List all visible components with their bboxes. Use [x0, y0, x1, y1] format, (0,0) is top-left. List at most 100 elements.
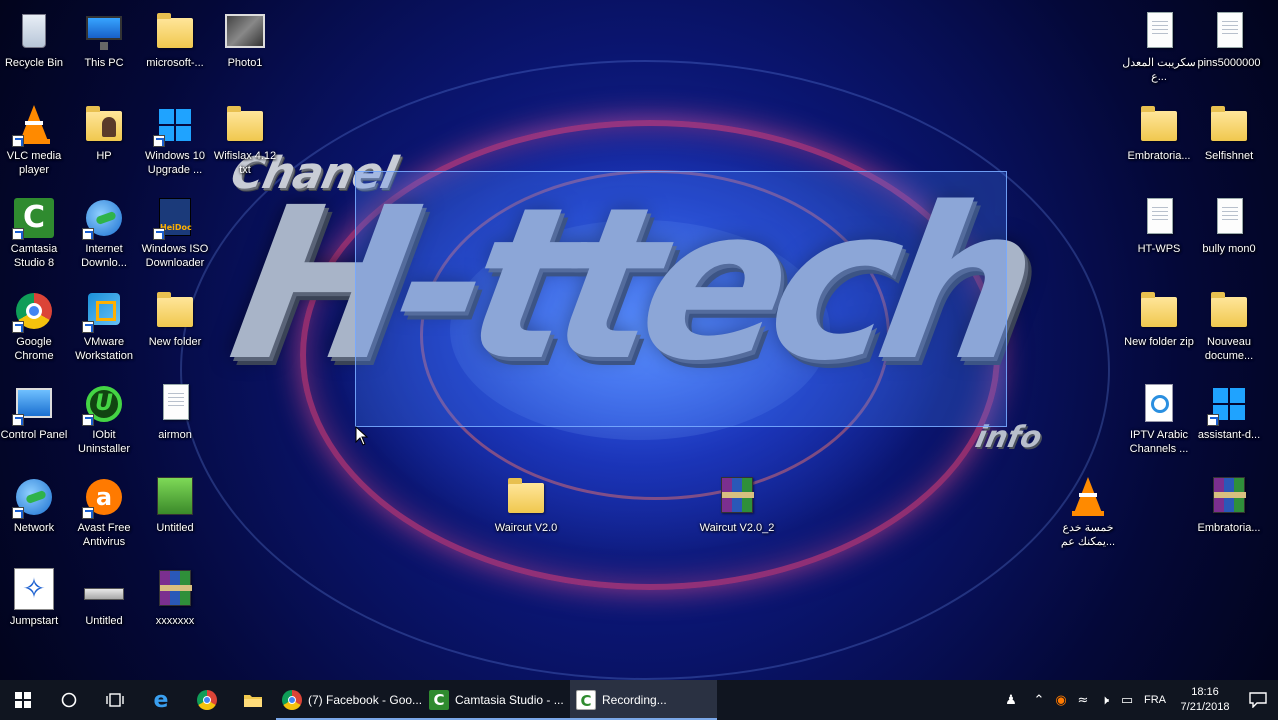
desktop-icon-waircut-rar[interactable]: Waircut V2.0_2 — [699, 471, 775, 561]
language-indicator[interactable]: FRA — [1138, 694, 1172, 706]
action-center-button[interactable] — [1238, 680, 1278, 720]
desktop-icon-vlc[interactable]: VLC media player — [0, 99, 72, 189]
desktop-icon-assistant[interactable]: assistant-d... — [1191, 378, 1267, 468]
volume-icon[interactable]: 🕨 — [1094, 680, 1116, 720]
avast-tray-icon[interactable]: ◉ — [1050, 680, 1072, 720]
clock[interactable]: 18:16 7/21/2018 — [1172, 685, 1238, 715]
desktop-icon-untitled-drive[interactable]: Untitled — [66, 564, 142, 654]
taskbar-app-camtasia-studio[interactable]: C Camtasia Studio - ... — [423, 680, 570, 720]
desktop-icon-network[interactable]: Network — [0, 471, 72, 561]
notification-icon — [1249, 692, 1267, 708]
desktop-icon-label: Internet Downlo... — [81, 243, 127, 269]
desktop-icon-google-chrome[interactable]: Google Chrome — [0, 285, 72, 375]
desktop-icon-label: IObit Uninstaller — [78, 429, 130, 455]
desktop-icon-bully-mon0[interactable]: bully mon0 — [1191, 192, 1267, 282]
desktop: Chanel H-ttech info Recycle Bin VLC medi… — [0, 0, 1278, 680]
search-circle-icon — [61, 692, 77, 708]
chevron-up-icon[interactable]: ⌃ — [1028, 680, 1050, 720]
search-button[interactable] — [46, 680, 92, 720]
text-file-icon — [1207, 10, 1251, 54]
desktop-icon-label: microsoft-... — [146, 57, 204, 69]
desktop-icon-label: Selfishnet — [1204, 150, 1254, 162]
desktop-icon-internet-download-manager[interactable]: Internet Downlo... — [66, 192, 142, 282]
desktop-icon-label: Waircut V2.0_2 — [699, 522, 775, 534]
desktop-icon-nouveau-document[interactable]: Nouveau docume... — [1191, 285, 1267, 375]
desktop-icon-hp[interactable]: HP — [66, 99, 142, 189]
desktop-icon-label: HP — [96, 150, 112, 162]
taskbar-app-recording[interactable]: C Recording... — [570, 680, 717, 720]
desktop-icon-label: xxxxxxx — [155, 615, 195, 627]
vmware-icon — [82, 289, 126, 333]
edge-button[interactable]: e — [138, 680, 184, 720]
desktop-icon-iptv[interactable]: IPTV Arabic Channels ... — [1121, 378, 1197, 468]
desktop-icon-selfishnet[interactable]: Selfishnet — [1191, 99, 1267, 189]
desktop-icon-photo1[interactable]: Photo1 — [207, 6, 283, 96]
desktop-icon-label: Wifislax 4.12 txt — [213, 150, 277, 176]
desktop-icon-recycle-bin[interactable]: Recycle Bin — [0, 6, 72, 96]
drag-selection-rectangle — [355, 171, 1007, 427]
mouse-cursor-icon — [355, 426, 369, 446]
task-view-icon — [106, 693, 124, 707]
text-file-icon — [1137, 196, 1181, 240]
desktop-icon-ht-wps[interactable]: HT-WPS — [1121, 192, 1197, 282]
windows-icon — [153, 103, 197, 147]
file-explorer-button[interactable] — [230, 680, 276, 720]
desktop-icon-windows-10-upgrade[interactable]: Windows 10 Upgrade ... — [137, 99, 213, 189]
desktop-icon-label: This PC — [84, 57, 124, 69]
folder-icon — [1207, 289, 1251, 333]
desktop-icon-label: Jumpstart — [9, 615, 59, 627]
text-file-icon — [1137, 10, 1181, 54]
vlc-icon — [12, 103, 56, 147]
desktop-icon-avast[interactable]: a Avast Free Antivirus — [66, 471, 142, 561]
folder-icon — [1137, 103, 1181, 147]
folder-icon — [244, 695, 262, 707]
folder-icon — [1207, 103, 1251, 147]
chrome-taskbar-button[interactable] — [184, 680, 230, 720]
start-button[interactable] — [0, 680, 46, 720]
photo-icon — [223, 10, 267, 54]
desktop-icon-new-folder[interactable]: New folder — [137, 285, 213, 375]
desktop-icon-arabic-script[interactable]: سكريبت المعدل ع... — [1121, 6, 1197, 96]
recycle-bin-icon — [12, 10, 56, 54]
rar-icon — [153, 568, 197, 612]
desktop-icon-arabic-video[interactable]: خمسة خدع يمكنك عم... — [1050, 471, 1126, 561]
desktop-icon-label: airmon — [158, 429, 192, 441]
desktop-icon-embratoria-rar[interactable]: Embratoria... — [1191, 471, 1267, 561]
desktop-icon-this-pc[interactable]: This PC — [66, 6, 142, 96]
battery-icon[interactable]: ▭ — [1116, 680, 1138, 720]
desktop-icon-vmware[interactable]: VMware Workstation — [66, 285, 142, 375]
desktop-icon-label: New folder — [148, 336, 202, 348]
desktop-icon-new-folder-zip[interactable]: New folder zip — [1121, 285, 1197, 375]
taskbar-app-facebook-chrome[interactable]: (7) Facebook - Goo... — [276, 680, 423, 720]
desktop-icon-xxxxxxx[interactable]: xxxxxxx — [137, 564, 213, 654]
rar-icon — [1207, 475, 1251, 519]
text-file-icon — [153, 382, 197, 426]
desktop-icon-untitled-image[interactable]: Untitled — [137, 471, 213, 561]
desktop-icon-pins[interactable]: pins5000000 — [1191, 6, 1267, 96]
desktop-icon-label: Network — [13, 522, 55, 534]
chrome-icon — [282, 690, 302, 710]
people-icon[interactable]: ♟ — [994, 680, 1028, 720]
desktop-icon-waircut-folder[interactable]: Waircut V2.0 — [488, 471, 564, 561]
desktop-icon-label: سكريبت المعدل ع... — [1122, 57, 1196, 83]
desktop-icon-jumpstart[interactable]: ✧ Jumpstart — [0, 564, 72, 654]
desktop-icon-label: New folder zip — [1124, 336, 1194, 348]
desktop-icon-windows-iso-downloader[interactable]: HeiDoc Windows ISO Downloader — [137, 192, 213, 282]
wifi-icon[interactable]: ≈ — [1072, 680, 1094, 720]
drive-icon — [82, 568, 126, 612]
desktop-icon-embratoria-folder[interactable]: Embratoria... — [1121, 99, 1197, 189]
task-view-button[interactable] — [92, 680, 138, 720]
rar-icon — [715, 475, 759, 519]
vlc-icon — [1066, 475, 1110, 519]
desktop-icon-control-panel[interactable]: Control Panel — [0, 378, 72, 468]
desktop-icon-iobit[interactable]: U IObit Uninstaller — [66, 378, 142, 468]
windows-logo-icon — [15, 692, 31, 708]
desktop-icon-label: Google Chrome — [14, 336, 54, 362]
desktop-icon-microsoft-folder[interactable]: microsoft-... — [137, 6, 213, 96]
desktop-icon-label: VLC media player — [6, 150, 62, 176]
desktop-icon-camtasia[interactable]: C Camtasia Studio 8 — [0, 192, 72, 282]
desktop-icon-airmon[interactable]: airmon — [137, 378, 213, 468]
desktop-icon-label: Recycle Bin — [4, 57, 64, 69]
taskbar-app-title: Camtasia Studio - ... — [455, 693, 564, 707]
desktop-icon-wifislax[interactable]: Wifislax 4.12 txt — [207, 99, 283, 189]
